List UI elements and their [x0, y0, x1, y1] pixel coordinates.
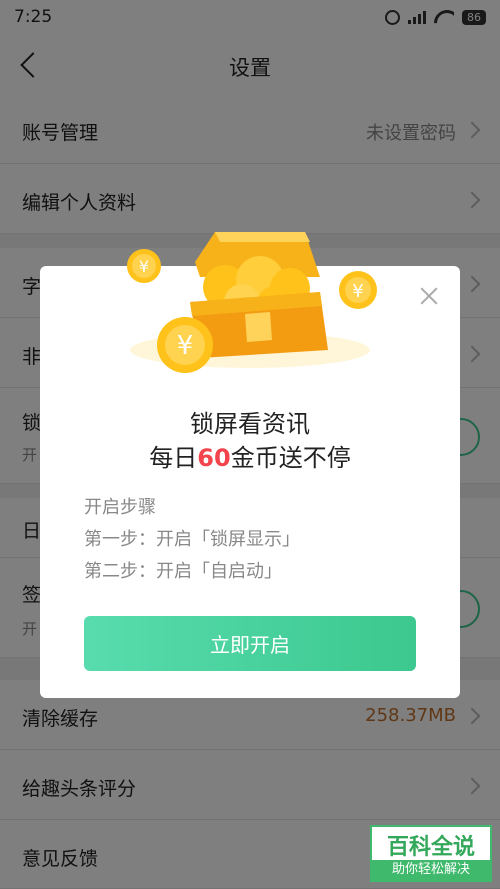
step-2: 第二步：开启「自启动」: [84, 561, 282, 582]
watermark-title: 百科全说: [386, 835, 475, 860]
coin-symbol: ¥: [352, 281, 363, 302]
dialog-title: 锁屏看资讯: [190, 410, 310, 438]
watermark-tagline: 助你轻松解决: [372, 860, 490, 880]
dialog-subtitle: 每日60金币送不停: [40, 438, 460, 473]
enable-now-button[interactable]: 立即开启: [84, 616, 416, 671]
steps-list: 开启步骤 第一步：开启「锁屏显示」 第二步：开启「自启动」: [84, 492, 300, 588]
steps-title: 开启步骤: [84, 497, 156, 518]
coin-icon: ¥: [339, 271, 377, 309]
step-1: 第一步：开启「锁屏显示」: [84, 529, 300, 550]
close-icon[interactable]: [419, 286, 439, 306]
coin-symbol: ¥: [177, 331, 194, 361]
coin-icon: ¥: [157, 317, 213, 373]
watermark-logo: 百科全说 助你轻松解决: [370, 825, 492, 882]
subtitle-prefix: 每日: [149, 444, 198, 472]
coin-symbol: ¥: [139, 257, 149, 276]
coin-icon: ¥: [127, 249, 161, 283]
subtitle-suffix: 金币送不停: [230, 444, 351, 472]
coin-amount: 60: [197, 444, 231, 472]
